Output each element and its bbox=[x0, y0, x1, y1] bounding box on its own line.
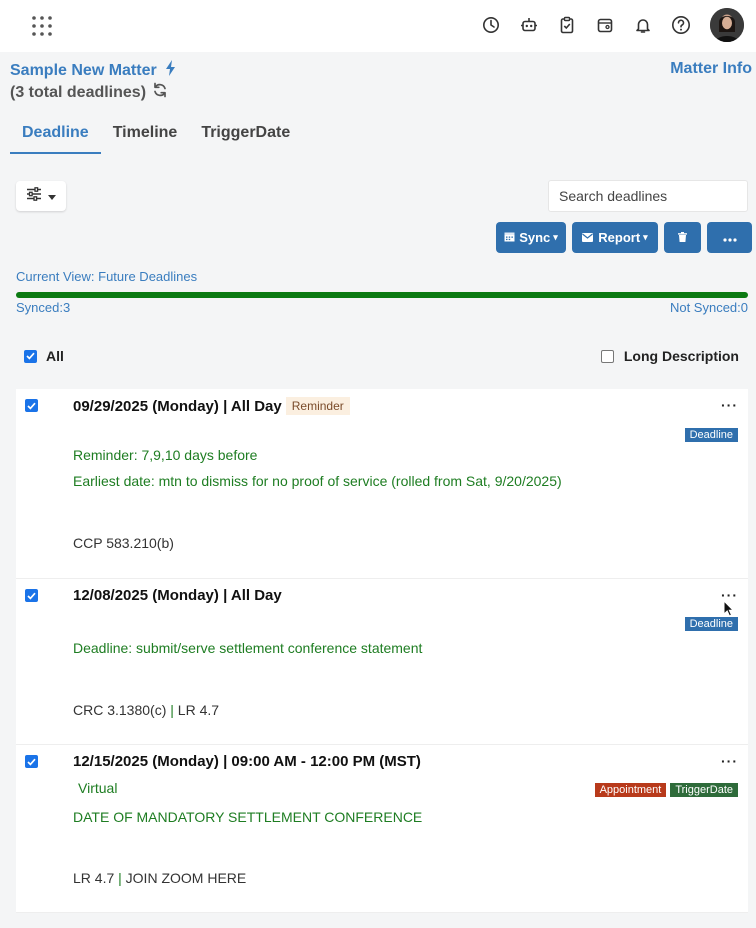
bolt-icon[interactable] bbox=[165, 60, 176, 81]
deadline-location: Virtual bbox=[78, 780, 118, 796]
tab-triggerdate[interactable]: TriggerDate bbox=[189, 122, 302, 154]
deadline-reference: CCP 583.210(b) bbox=[73, 535, 174, 551]
rule-reference: CCP 583.210(b) bbox=[73, 535, 174, 551]
more-actions-button[interactable] bbox=[707, 222, 752, 253]
top-bar bbox=[0, 0, 756, 52]
top-icons bbox=[464, 8, 744, 42]
deadline-date: 09/29/2025 (Monday) | All Day Reminder bbox=[73, 397, 350, 415]
action-toolbar: Sync ▾ Report ▾ bbox=[490, 222, 752, 253]
reference-separator: | bbox=[170, 702, 178, 718]
deadline-date-text: 12/15/2025 (Monday) | 09:00 AM - 12:00 P… bbox=[73, 753, 421, 770]
deadline-card[interactable]: 12/15/2025 (Monday) | 09:00 AM - 12:00 P… bbox=[16, 745, 748, 913]
help-icon[interactable] bbox=[670, 14, 692, 36]
triggerdate-badge: TriggerDate bbox=[670, 783, 738, 797]
mouse-cursor-icon bbox=[723, 599, 735, 623]
deadline-badges: Appointment TriggerDate bbox=[591, 783, 738, 797]
select-all-checkbox[interactable] bbox=[24, 349, 37, 363]
caret-down-icon bbox=[48, 187, 56, 205]
caret-down-icon: ▾ bbox=[643, 232, 648, 242]
matter-title-text: Sample New Matter bbox=[10, 61, 157, 79]
current-view-label: Current View: Future Deadlines bbox=[16, 269, 198, 284]
tab-timeline[interactable]: Timeline bbox=[101, 122, 190, 154]
appointment-badge: Appointment bbox=[594, 783, 667, 797]
reminder-chip: Reminder bbox=[285, 397, 350, 415]
bell-icon[interactable] bbox=[632, 14, 654, 36]
synced-count: Synced:3 bbox=[16, 300, 71, 315]
more-icon[interactable]: ··· bbox=[721, 397, 738, 413]
not-synced-count: Not Synced:0 bbox=[669, 300, 748, 315]
more-icon[interactable]: ··· bbox=[721, 753, 738, 769]
zoom-link[interactable]: JOIN ZOOM HERE bbox=[126, 870, 247, 886]
deadline-reference: LR 4.7 | JOIN ZOOM HERE bbox=[73, 870, 246, 886]
deadline-date-text: 09/29/2025 (Monday) | All Day bbox=[73, 397, 282, 415]
sync-progress-bar bbox=[16, 292, 748, 298]
deadline-checkbox[interactable] bbox=[25, 399, 38, 412]
filter-dropdown-button[interactable] bbox=[16, 181, 66, 211]
clock-icon[interactable] bbox=[480, 14, 502, 36]
reference-separator: | bbox=[118, 870, 126, 886]
clipboard-check-icon[interactable] bbox=[556, 14, 578, 36]
tab-deadline[interactable]: Deadline bbox=[10, 122, 101, 154]
report-button-label: Report bbox=[598, 230, 641, 245]
envelope-icon bbox=[582, 230, 594, 245]
app-grid-icon[interactable] bbox=[30, 14, 54, 38]
deadline-description: Reminder: 7,9,10 days before bbox=[73, 447, 258, 463]
refresh-icon[interactable] bbox=[152, 82, 168, 103]
sliders-icon bbox=[26, 186, 42, 206]
long-description-label: Long Description bbox=[623, 348, 739, 364]
select-all[interactable]: All bbox=[24, 348, 64, 364]
deadline-card[interactable]: 12/08/2025 (Monday) | All Day ··· Deadli… bbox=[16, 579, 748, 745]
deadline-description: Deadline: submit/serve settlement confer… bbox=[73, 640, 423, 656]
deadline-description: DATE OF MANDATORY SETTLEMENT CONFERENCE bbox=[73, 809, 423, 825]
search-input[interactable] bbox=[548, 180, 748, 212]
deadline-badges: Deadline bbox=[681, 428, 738, 442]
deadline-description: Earliest date: mtn to dismiss for no pro… bbox=[73, 473, 562, 489]
rule-reference: CRC 3.1380(c) bbox=[73, 702, 167, 718]
select-all-label: All bbox=[46, 348, 64, 364]
view-tabs: Deadline Timeline TriggerDate bbox=[10, 122, 302, 154]
more-icon bbox=[722, 230, 737, 245]
calendar-icon bbox=[504, 230, 515, 245]
deadline-checkbox[interactable] bbox=[25, 755, 38, 768]
caret-down-icon: ▾ bbox=[553, 232, 558, 242]
robot-icon[interactable] bbox=[518, 14, 540, 36]
long-description-toggle[interactable]: Long Description bbox=[600, 348, 739, 364]
avatar[interactable] bbox=[710, 8, 744, 42]
deadline-badge: Deadline bbox=[684, 428, 738, 442]
deadline-date: 12/08/2025 (Monday) | All Day bbox=[73, 587, 282, 604]
report-button[interactable]: Report ▾ bbox=[572, 222, 658, 253]
calendar-icon[interactable] bbox=[594, 14, 616, 36]
deadline-date: 12/15/2025 (Monday) | 09:00 AM - 12:00 P… bbox=[73, 753, 421, 770]
deadline-date-text: 12/08/2025 (Monday) | All Day bbox=[73, 587, 282, 604]
rule-reference: LR 4.7 bbox=[177, 702, 220, 718]
total-deadlines: (3 total deadlines) bbox=[10, 82, 168, 103]
trash-icon bbox=[678, 230, 687, 245]
delete-button[interactable] bbox=[664, 222, 701, 253]
sync-button[interactable]: Sync ▾ bbox=[496, 222, 566, 253]
total-deadlines-text: (3 total deadlines) bbox=[10, 83, 147, 101]
deadline-reference: CRC 3.1380(c) | LR 4.7 bbox=[73, 702, 219, 718]
sync-button-label: Sync bbox=[519, 230, 551, 245]
rule-reference: LR 4.7 bbox=[73, 870, 115, 886]
long-description-checkbox[interactable] bbox=[600, 349, 614, 363]
matter-title[interactable]: Sample New Matter bbox=[10, 60, 176, 81]
deadline-card[interactable]: 09/29/2025 (Monday) | All Day Reminder ·… bbox=[16, 389, 748, 579]
deadline-checkbox[interactable] bbox=[25, 589, 38, 602]
matter-info-link[interactable]: Matter Info bbox=[670, 60, 752, 78]
